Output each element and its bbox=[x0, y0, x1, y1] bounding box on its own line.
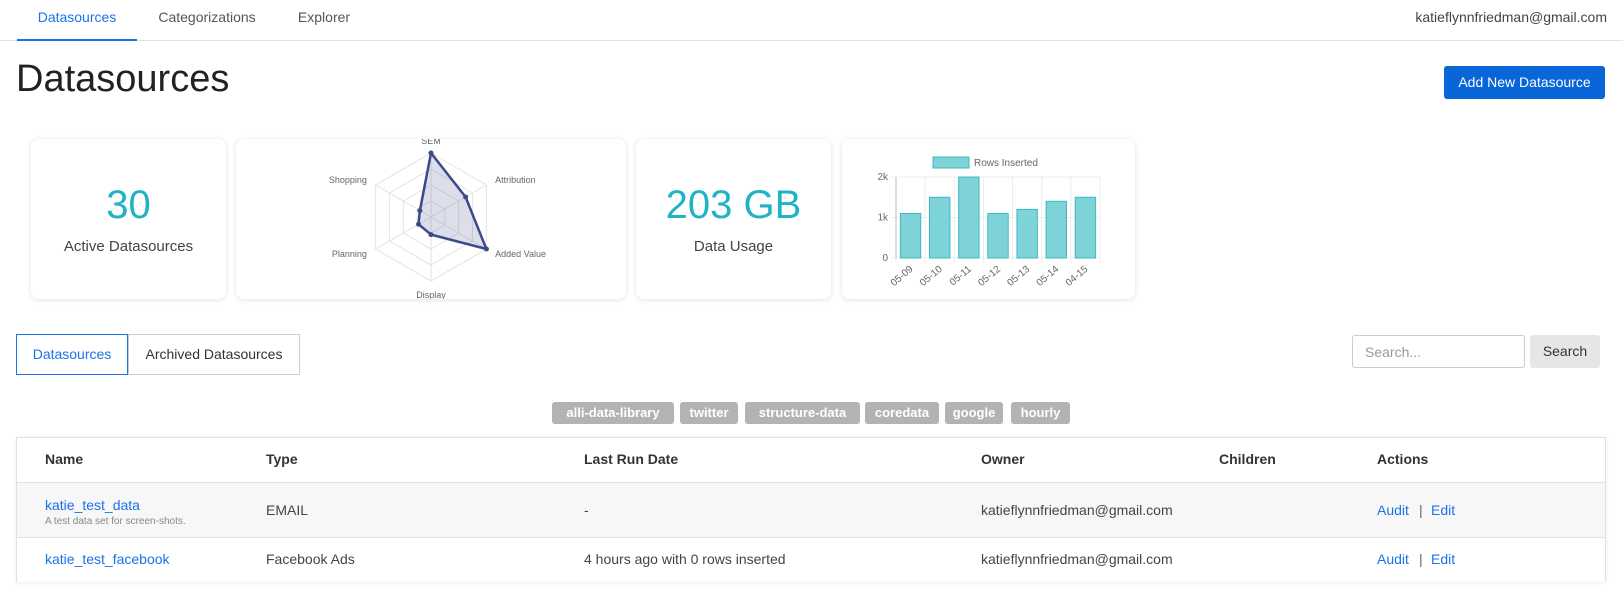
tag-hourly[interactable]: hourly bbox=[1011, 402, 1070, 424]
column-header-owner[interactable]: Owner bbox=[981, 451, 1025, 467]
column-header-actions: Actions bbox=[1377, 451, 1429, 467]
active-datasources-label: Active Datasources bbox=[63, 238, 194, 255]
datasource-last-run: - bbox=[584, 502, 589, 518]
datasources-table: Name Type Last Run Date Owner Children A… bbox=[16, 437, 1606, 582]
tag-structure-data[interactable]: structure-data bbox=[745, 402, 860, 424]
x-tick-label: 05-11 bbox=[948, 264, 974, 289]
data-usage-card: 203 GB Data Usage bbox=[636, 139, 831, 299]
search-input[interactable] bbox=[1352, 335, 1525, 368]
bar bbox=[987, 212, 1009, 259]
search-button[interactable]: Search bbox=[1530, 335, 1600, 368]
segment-archived-datasources[interactable]: Archived Datasources bbox=[128, 334, 300, 375]
radar-point bbox=[417, 208, 423, 214]
top-nav: Datasources Categorizations Explorer kat… bbox=[0, 0, 1623, 41]
x-tick-label: 04-15 bbox=[1064, 264, 1091, 289]
edit-link[interactable]: Edit bbox=[1431, 502, 1455, 518]
datasource-description: A test data set for screen-shots. bbox=[45, 516, 186, 527]
active-datasources-count: 30 bbox=[106, 183, 151, 227]
bar bbox=[1045, 200, 1067, 259]
radar-category-label: Attribution bbox=[495, 175, 536, 185]
datasource-owner: katieflynnfriedman@gmail.com bbox=[981, 502, 1173, 518]
bar bbox=[1074, 196, 1097, 259]
datasource-name-link[interactable]: katie_test_facebook bbox=[45, 551, 170, 567]
nav-tab-explorer[interactable]: Explorer bbox=[284, 0, 364, 41]
radar-chart: SEM Attribution Added Value Display Planning… bbox=[329, 136, 546, 300]
bar bbox=[958, 176, 980, 259]
data-usage-value: 203 GB bbox=[665, 183, 802, 227]
bar bbox=[929, 196, 951, 259]
datasource-type: Facebook Ads bbox=[266, 551, 355, 567]
y-tick-label: 0 bbox=[882, 253, 888, 264]
radar-category-label: Display bbox=[416, 290, 446, 299]
action-separator: | bbox=[1419, 502, 1423, 518]
tag-filter-list: alli-data-library twitter structure-data… bbox=[0, 402, 1623, 424]
nav-tab-datasources[interactable]: Datasources bbox=[17, 0, 137, 41]
x-tick-label: 05-13 bbox=[1005, 264, 1032, 289]
radar-chart-card: SEM Attribution Added Value Display Planning… bbox=[236, 136, 626, 300]
datasource-type: EMAIL bbox=[266, 502, 309, 518]
bar bbox=[899, 212, 922, 259]
tag-alli-data-library[interactable]: alli-data-library bbox=[552, 402, 674, 424]
radar-category-label: Shopping bbox=[329, 175, 367, 185]
tag-coredata[interactable]: coredata bbox=[865, 402, 939, 424]
edit-link[interactable]: Edit bbox=[1431, 551, 1455, 567]
page-title: Datasources bbox=[16, 58, 230, 100]
add-new-datasource-button[interactable]: Add New Datasource bbox=[1444, 66, 1605, 99]
table-row: katie_test_data A test data set for scre… bbox=[17, 482, 1605, 537]
active-datasources-card: 30 Active Datasources bbox=[31, 139, 226, 299]
radar-point bbox=[416, 221, 422, 227]
column-header-last-run-date[interactable]: Last Run Date bbox=[584, 451, 678, 467]
user-email[interactable]: katieflynnfriedman@gmail.com bbox=[1415, 0, 1607, 34]
x-tick-label: 05-09 bbox=[889, 264, 916, 289]
rows-inserted-chart-card: Rows Inserted 0 1k 2k 05-09 05-10 05-11 05-12… bbox=[842, 139, 1135, 299]
datasource-last-run: 4 hours ago with 0 rows inserted bbox=[584, 551, 786, 567]
legend-label: Rows Inserted bbox=[974, 158, 1038, 169]
radar-point bbox=[463, 194, 469, 200]
x-tick-label: 05-10 bbox=[918, 264, 945, 289]
bar bbox=[1016, 208, 1038, 259]
rows-inserted-bar-chart: Rows Inserted 0 1k 2k 05-09 05-10 05-11 05-12… bbox=[877, 156, 1101, 289]
column-header-type[interactable]: Type bbox=[266, 451, 298, 467]
radar-point bbox=[428, 150, 434, 156]
tag-twitter[interactable]: twitter bbox=[680, 402, 738, 424]
audit-link[interactable]: Audit bbox=[1377, 551, 1409, 567]
x-tick-label: 05-14 bbox=[1035, 264, 1062, 289]
action-separator: | bbox=[1419, 551, 1423, 567]
nav-tab-categorizations[interactable]: Categorizations bbox=[143, 0, 271, 41]
radar-category-label: Added Value bbox=[495, 249, 546, 259]
column-header-children[interactable]: Children bbox=[1219, 451, 1276, 467]
datasource-owner: katieflynnfriedman@gmail.com bbox=[981, 551, 1173, 567]
radar-category-label: Planning bbox=[332, 249, 367, 259]
radar-point bbox=[428, 232, 434, 238]
audit-link[interactable]: Audit bbox=[1377, 502, 1409, 518]
segment-datasources[interactable]: Datasources bbox=[16, 334, 128, 375]
y-tick-label: 1k bbox=[877, 213, 889, 224]
radar-point bbox=[483, 246, 489, 252]
tag-google[interactable]: google bbox=[945, 402, 1003, 424]
radar-category-label: SEM bbox=[421, 139, 441, 146]
table-row: katie_test_facebook Facebook Ads 4 hours… bbox=[17, 537, 1605, 582]
data-usage-label: Data Usage bbox=[693, 238, 774, 255]
column-header-name[interactable]: Name bbox=[45, 451, 83, 467]
datasource-name-link[interactable]: katie_test_data bbox=[45, 497, 140, 513]
y-tick-label: 2k bbox=[877, 172, 889, 183]
legend-swatch bbox=[932, 156, 970, 169]
x-tick-label: 05-12 bbox=[976, 264, 1003, 289]
